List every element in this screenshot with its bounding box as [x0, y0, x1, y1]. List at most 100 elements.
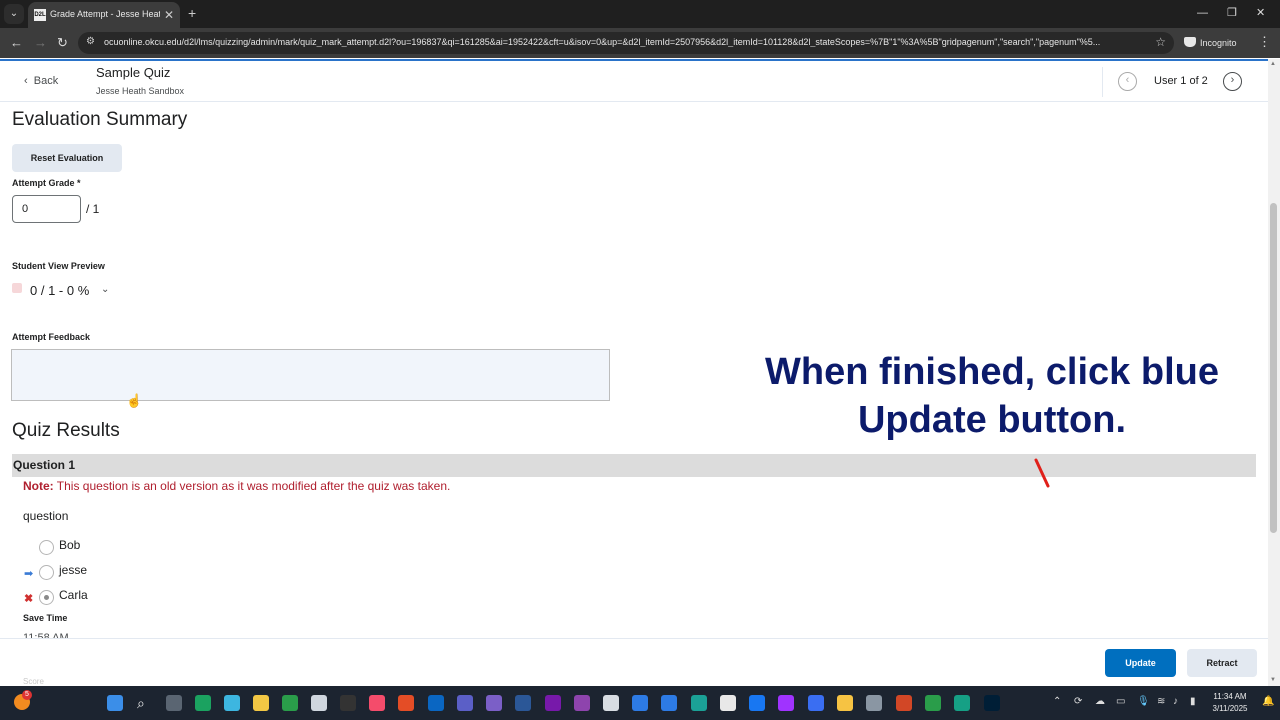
tab-search-icon[interactable]: ⌄ — [4, 4, 24, 24]
task-view-icon[interactable] — [166, 695, 182, 711]
photoshop-icon[interactable] — [984, 695, 1000, 711]
folder-icon[interactable] — [837, 695, 853, 711]
browser-menu-icon[interactable]: ⋮ — [1258, 34, 1271, 50]
music-icon[interactable] — [369, 695, 385, 711]
system-clock[interactable]: 11:34 AM 3/11/2025 — [1208, 691, 1252, 715]
omnibox[interactable]: ⚙ ocuonline.okcu.edu/d2l/lms/quizzing/ad… — [78, 32, 1174, 54]
planner-icon[interactable] — [691, 695, 707, 711]
attempt-feedback-label: Attempt Feedback — [12, 332, 91, 342]
radio-button-selected — [39, 590, 54, 605]
scroll-thumb[interactable] — [1270, 203, 1277, 533]
tray-app-icon[interactable]: ⟳ — [1074, 696, 1082, 707]
restore-icon[interactable]: ❐ — [1227, 6, 1237, 20]
red-pen-stroke — [1034, 458, 1050, 488]
question-header: Question 1 — [12, 454, 1256, 477]
next-user-icon[interactable]: › — [1223, 72, 1242, 91]
chrome-icon[interactable] — [282, 695, 298, 711]
clock-date: 3/11/2025 — [1212, 704, 1248, 713]
retract-button[interactable]: Retract — [1187, 649, 1257, 677]
answer-option: Bob — [22, 537, 222, 557]
student-view-score: 0 / 1 - 0 % — [30, 283, 90, 298]
wifi-icon[interactable]: ≋ — [1157, 696, 1165, 707]
outlook-icon[interactable] — [428, 695, 444, 711]
back-link[interactable]: ‹ Back — [24, 75, 58, 87]
update-button[interactable]: Update — [1105, 649, 1176, 677]
messenger-icon[interactable] — [778, 695, 794, 711]
reset-evaluation-button[interactable]: Reset Evaluation — [12, 144, 122, 172]
browser-tab-bar: ⌄ D2L Grade Attempt - Jesse Heath Sa ✕ +… — [0, 0, 1280, 28]
calculator-icon[interactable] — [661, 695, 677, 711]
start-icon[interactable] — [107, 695, 123, 711]
store-icon[interactable] — [311, 695, 327, 711]
address-bar-row: ← → ↻ ⚙ ocuonline.okcu.edu/d2l/lms/quizz… — [0, 28, 1280, 58]
answer-option: ✖ Carla — [22, 587, 222, 607]
chat-icon[interactable] — [720, 695, 736, 711]
option-label: jesse — [59, 563, 88, 577]
faint-score-text: Score — [23, 677, 44, 686]
save-time-label: Save Time — [23, 613, 68, 623]
chevron-down-icon[interactable]: ⌄ — [101, 284, 109, 295]
notification-badge: 5 — [22, 690, 32, 700]
close-window-icon[interactable]: ✕ — [1256, 6, 1265, 20]
user-count: User 1 of 2 — [1154, 75, 1208, 87]
attempt-grade-input[interactable] — [12, 195, 81, 223]
media-icon[interactable] — [398, 695, 414, 711]
terminal-icon[interactable] — [340, 695, 356, 711]
powerpoint-icon[interactable] — [896, 695, 912, 711]
notifications-icon[interactable]: 🔔 — [1262, 696, 1274, 707]
edge-icon[interactable] — [195, 695, 211, 711]
search-icon[interactable]: ⌕ — [137, 695, 153, 711]
windows-taskbar: 5 ⌕ ⌃ ⟳ ☁ ▭ 🎙 ≋ ♪ ▮ 11:34 AM 3/11/2025 🔔 — [0, 686, 1280, 720]
site-info-icon[interactable]: ⚙ — [86, 36, 95, 47]
language-icon[interactable] — [603, 695, 619, 711]
minimize-icon[interactable]: — — [1197, 6, 1208, 20]
tray-app2-icon[interactable]: ▭ — [1116, 696, 1125, 707]
settings-icon[interactable] — [866, 695, 882, 711]
edge-dev-icon[interactable] — [954, 695, 970, 711]
teams-classic-icon[interactable] — [486, 695, 502, 711]
chrome-incognito-icon[interactable] — [925, 695, 941, 711]
microphone-icon[interactable]: 🎙 — [1137, 696, 1150, 707]
note-prefix: Note: — [23, 479, 54, 493]
zoom-icon[interactable] — [808, 695, 824, 711]
question-number: Question 1 — [13, 458, 76, 472]
new-tab-icon[interactable]: + — [188, 5, 196, 21]
course-name: Jesse Heath Sandbox — [96, 86, 185, 96]
facebook-icon[interactable] — [749, 695, 765, 711]
close-tab-icon[interactable]: ✕ — [164, 8, 174, 22]
bookmark-star-icon[interactable]: ☆ — [1155, 35, 1166, 49]
previous-user-icon[interactable]: ‹ — [1118, 72, 1137, 91]
scroll-up-icon[interactable]: ▲ — [1270, 61, 1276, 67]
scroll-down-icon[interactable]: ▼ — [1270, 677, 1276, 683]
hand-cursor-icon: ☝ — [126, 393, 143, 408]
battery-icon[interactable]: ▮ — [1190, 696, 1196, 707]
teams-icon[interactable] — [457, 695, 473, 711]
app-icon[interactable] — [632, 695, 648, 711]
incognito-label: Incognito — [1200, 38, 1237, 48]
radio-button — [39, 565, 54, 580]
student-view-preview-label: Student View Preview — [12, 261, 105, 271]
url-text[interactable]: ocuonline.okcu.edu/d2l/lms/quizzing/admi… — [104, 37, 1134, 47]
file-explorer-icon[interactable] — [253, 695, 269, 711]
volume-icon[interactable]: ♪ — [1173, 696, 1178, 707]
attempt-feedback-editor[interactable] — [11, 349, 610, 401]
onenote-web-icon[interactable] — [574, 695, 590, 711]
note-text: This question is an old version as it wa… — [56, 479, 451, 493]
copilot-icon[interactable] — [224, 695, 240, 711]
page-scrollbar[interactable]: ▲ ▼ — [1268, 59, 1280, 686]
score-indicator — [12, 283, 22, 293]
tutorial-annotation: When finished, click blue Update button. — [765, 351, 1219, 441]
back-arrow-icon[interactable]: ← — [10, 35, 23, 51]
onenote-icon[interactable] — [545, 695, 561, 711]
clock-time: 11:34 AM — [1213, 692, 1247, 701]
onedrive-icon[interactable]: ☁ — [1095, 696, 1105, 707]
browser-tab[interactable]: D2L Grade Attempt - Jesse Heath Sa ✕ — [28, 2, 180, 28]
x-incorrect-icon: ✖ — [24, 593, 34, 605]
tray-chevron-icon[interactable]: ⌃ — [1053, 696, 1061, 707]
incognito-indicator[interactable]: Incognito — [1184, 33, 1237, 53]
word-icon[interactable] — [515, 695, 531, 711]
reload-icon[interactable]: ↻ — [57, 35, 68, 51]
page-header: ‹ Back Sample Quiz Jesse Heath Sandbox ‹… — [0, 59, 1268, 102]
forward-arrow-icon[interactable]: → — [34, 35, 47, 51]
header-divider — [1102, 67, 1103, 97]
